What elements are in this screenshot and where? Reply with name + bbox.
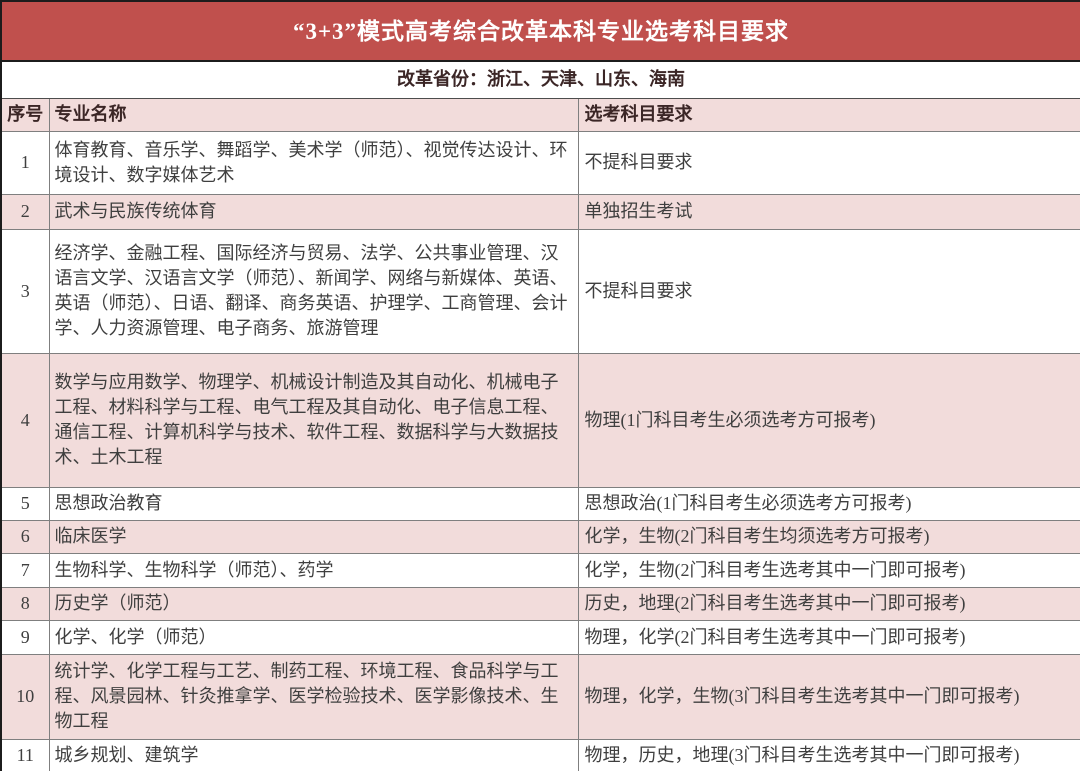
requirement-cell: 单独招生考试 — [578, 194, 1080, 229]
row-number-cell: 9 — [1, 620, 49, 654]
column-header-requirement: 选考科目要求 — [578, 98, 1080, 131]
requirement-cell: 不提科目要求 — [578, 229, 1080, 353]
table-header-row: 序号 专业名称 选考科目要求 — [1, 98, 1080, 131]
table-subtitle-row: 改革省份：浙江、天津、山东、海南 — [1, 61, 1080, 98]
requirement-cell: 物理(1门科目考生必须选考方可报考) — [578, 353, 1080, 487]
row-number-cell: 5 — [1, 487, 49, 520]
subject-requirements-table: “3+3”模式高考综合改革本科专业选考科目要求 改革省份：浙江、天津、山东、海南… — [0, 0, 1080, 771]
row-number-cell: 11 — [1, 739, 49, 771]
majors-cell: 城乡规划、建筑学 — [49, 739, 578, 771]
table-row: 6临床医学化学，生物(2门科目考生均须选考方可报考) — [1, 520, 1080, 553]
column-header-majors: 专业名称 — [49, 98, 578, 131]
majors-cell: 武术与民族传统体育 — [49, 194, 578, 229]
table-title: “3+3”模式高考综合改革本科专业选考科目要求 — [1, 1, 1080, 61]
row-number-cell: 4 — [1, 353, 49, 487]
majors-cell: 历史学（师范） — [49, 587, 578, 620]
row-number-cell: 7 — [1, 553, 49, 587]
majors-cell: 临床医学 — [49, 520, 578, 553]
table-row: 8历史学（师范）历史，地理(2门科目考生选考其中一门即可报考) — [1, 587, 1080, 620]
table-row: 3经济学、金融工程、国际经济与贸易、法学、公共事业管理、汉语言文学、汉语言文学（… — [1, 229, 1080, 353]
majors-cell: 数学与应用数学、物理学、机械设计制造及其自动化、机械电子工程、材料科学与工程、电… — [49, 353, 578, 487]
row-number-cell: 6 — [1, 520, 49, 553]
column-header-number: 序号 — [1, 98, 49, 131]
table-row: 4数学与应用数学、物理学、机械设计制造及其自动化、机械电子工程、材料科学与工程、… — [1, 353, 1080, 487]
reform-provinces-label: 改革省份：浙江、天津、山东、海南 — [1, 61, 1080, 98]
majors-cell: 生物科学、生物科学（师范）、药学 — [49, 553, 578, 587]
majors-cell: 思想政治教育 — [49, 487, 578, 520]
requirement-cell: 物理，化学，生物(3门科目考生选考其中一门即可报考) — [578, 654, 1080, 739]
majors-cell: 体育教育、音乐学、舞蹈学、美术学（师范）、视觉传达设计、环境设计、数字媒体艺术 — [49, 131, 578, 194]
majors-cell: 统计学、化学工程与工艺、制药工程、环境工程、食品科学与工程、风景园林、针灸推拿学… — [49, 654, 578, 739]
table-row: 10统计学、化学工程与工艺、制药工程、环境工程、食品科学与工程、风景园林、针灸推… — [1, 654, 1080, 739]
table-row: 5思想政治教育思想政治(1门科目考生必须选考方可报考) — [1, 487, 1080, 520]
table-row: 11城乡规划、建筑学物理，历史，地理(3门科目考生选考其中一门即可报考) — [1, 739, 1080, 771]
requirement-cell: 化学，生物(2门科目考生均须选考方可报考) — [578, 520, 1080, 553]
requirement-cell: 化学，生物(2门科目考生选考其中一门即可报考) — [578, 553, 1080, 587]
majors-cell: 经济学、金融工程、国际经济与贸易、法学、公共事业管理、汉语言文学、汉语言文学（师… — [49, 229, 578, 353]
requirement-cell: 历史，地理(2门科目考生选考其中一门即可报考) — [578, 587, 1080, 620]
row-number-cell: 2 — [1, 194, 49, 229]
table-body: 1体育教育、音乐学、舞蹈学、美术学（师范）、视觉传达设计、环境设计、数字媒体艺术… — [1, 131, 1080, 771]
requirement-cell: 思想政治(1门科目考生必须选考方可报考) — [578, 487, 1080, 520]
table-title-row: “3+3”模式高考综合改革本科专业选考科目要求 — [1, 1, 1080, 61]
requirement-cell: 物理，历史，地理(3门科目考生选考其中一门即可报考) — [578, 739, 1080, 771]
table-row: 7生物科学、生物科学（师范）、药学化学，生物(2门科目考生选考其中一门即可报考) — [1, 553, 1080, 587]
majors-cell: 化学、化学（师范） — [49, 620, 578, 654]
requirement-cell: 不提科目要求 — [578, 131, 1080, 194]
requirement-cell: 物理，化学(2门科目考生选考其中一门即可报考) — [578, 620, 1080, 654]
row-number-cell: 10 — [1, 654, 49, 739]
row-number-cell: 1 — [1, 131, 49, 194]
table-row: 2武术与民族传统体育单独招生考试 — [1, 194, 1080, 229]
row-number-cell: 8 — [1, 587, 49, 620]
row-number-cell: 3 — [1, 229, 49, 353]
table-row: 1体育教育、音乐学、舞蹈学、美术学（师范）、视觉传达设计、环境设计、数字媒体艺术… — [1, 131, 1080, 194]
table-row: 9化学、化学（师范）物理，化学(2门科目考生选考其中一门即可报考) — [1, 620, 1080, 654]
